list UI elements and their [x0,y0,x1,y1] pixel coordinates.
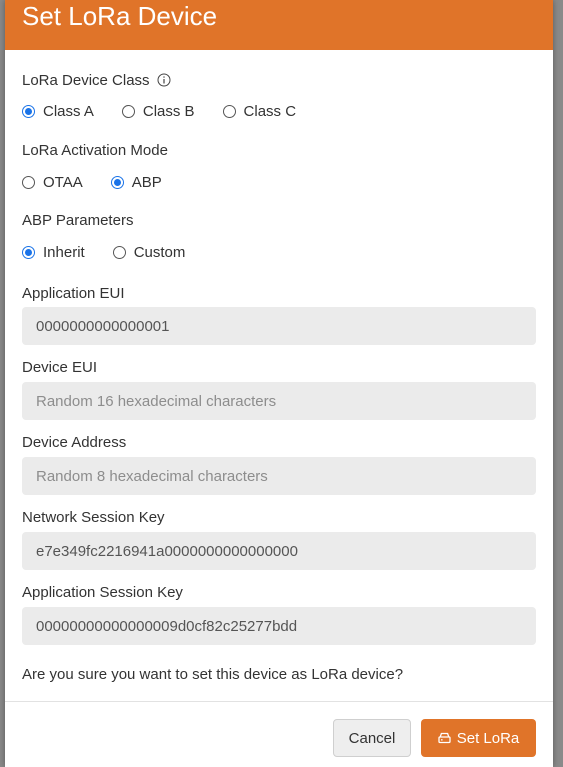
radio-class-c-label: Class C [243,102,297,120]
set-lora-button-label: Set LoRa [456,729,520,747]
radio-otaa[interactable]: OTAA [22,174,83,191]
radio-inherit-indicator[interactable] [22,245,35,259]
footer-divider [5,701,553,702]
application-session-key-field[interactable]: 00000000000000009d0cf82c25277bdd [22,607,536,645]
radio-class-b-indicator[interactable] [121,104,135,118]
radio-otaa-label: OTAA [43,173,83,191]
radio-abp[interactable]: ABP [110,173,162,191]
confirmation-message: Are you sure you want to set this device… [22,666,404,683]
set-lora-button[interactable]: Set LoRa [421,719,536,757]
device-eui-label: Device EUI [22,359,98,376]
application-session-key-label: Application Session Key [22,584,183,601]
radio-inherit-label: Inherit [43,243,85,261]
application-eui-field[interactable]: 0000000000000001 [22,307,536,345]
dialog-title: Set LoRa Device [22,1,218,31]
cancel-button-label: Cancel [348,729,396,747]
abp-parameters-radio-group: Inherit Custom [22,242,213,262]
radio-class-c[interactable]: Class C [222,102,297,120]
radio-custom-indicator[interactable] [112,245,126,259]
activation-mode-radio-group: OTAA ABP [22,172,190,192]
radio-class-b[interactable]: Class B [121,102,195,120]
abp-parameters-label: ABP Parameters [22,212,134,229]
network-session-key-label: Network Session Key [22,509,165,526]
device-class-label: LoRa Device Class [22,72,150,89]
dialog-header: Set LoRa Device [5,0,553,50]
radio-class-c-indicator[interactable] [222,104,236,118]
cancel-button[interactable]: Cancel [333,719,411,757]
set-lora-device-dialog: Set LoRa Device LoRa Device Class Class … [5,0,553,767]
radio-abp-label: ABP [131,173,162,191]
device-class-radio-group: Class A Class B Class C [22,101,324,121]
activation-mode-label: LoRa Activation Mode [22,142,168,159]
radio-custom[interactable]: Custom [112,243,186,261]
device-class-label-row: LoRa Device Class [22,72,171,89]
radio-otaa-indicator[interactable] [22,175,35,189]
router-icon [438,732,451,744]
radio-custom-label: Custom [133,243,186,261]
radio-class-a-label: Class A [43,102,94,120]
device-address-label: Device Address [22,434,127,451]
radio-class-a[interactable]: Class A [22,103,94,120]
info-icon[interactable] [157,73,171,87]
application-eui-label: Application EUI [22,285,125,302]
radio-inherit[interactable]: Inherit [22,244,85,261]
network-session-key-field[interactable]: e7e349fc2216941a0000000000000000 [22,532,536,570]
device-eui-field[interactable]: Random 16 hexadecimal characters [22,382,536,420]
radio-abp-indicator[interactable] [110,175,124,189]
radio-class-a-indicator[interactable] [22,104,35,118]
device-address-field[interactable]: Random 8 hexadecimal characters [22,457,536,495]
radio-class-b-label: Class B [142,102,195,120]
